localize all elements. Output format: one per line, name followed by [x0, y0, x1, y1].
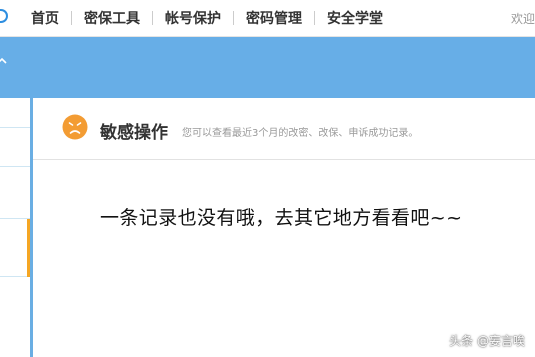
nav-divider	[152, 11, 153, 25]
nav-divider	[71, 11, 72, 25]
page: 首页 密保工具 帐号保护 密码管理 安全学堂 欢迎 敏感操作 您可以查看最近3个…	[0, 0, 535, 357]
chevron-up-icon[interactable]	[0, 55, 8, 67]
top-nav-bar: 首页 密保工具 帐号保护 密码管理 安全学堂 欢迎	[0, 0, 535, 37]
sidebar-item[interactable]	[0, 98, 30, 128]
nav-item-security-tools[interactable]: 密保工具	[84, 8, 140, 28]
sad-face-icon	[62, 114, 88, 140]
main-nav: 首页 密保工具 帐号保护 密码管理 安全学堂	[31, 0, 383, 36]
sidebar-item-active[interactable]	[0, 219, 30, 277]
nav-item-account-protection[interactable]: 帐号保护	[165, 8, 221, 28]
panel-header: 敏感操作 您可以查看最近3个月的改密、改保、申诉成功记录。	[33, 98, 535, 160]
welcome-text: 欢迎	[511, 12, 535, 26]
sidebar-item[interactable]	[0, 128, 30, 167]
nav-divider	[233, 11, 234, 25]
empty-state-message: 一条记录也没有哦，去其它地方看看吧~~	[100, 207, 463, 229]
main-panel: 敏感操作 您可以查看最近3个月的改密、改保、申诉成功记录。 一条记录也没有哦，去…	[33, 98, 535, 357]
logo-icon	[0, 9, 8, 23]
sidebar-item[interactable]	[0, 167, 30, 219]
header-banner	[0, 37, 535, 98]
page-title: 敏感操作	[100, 123, 168, 143]
nav-divider	[314, 11, 315, 25]
nav-item-security-school[interactable]: 安全学堂	[327, 8, 383, 28]
nav-item-home[interactable]: 首页	[31, 8, 59, 28]
page-description: 您可以查看最近3个月的改密、改保、申诉成功记录。	[182, 128, 419, 139]
nav-item-password-management[interactable]: 密码管理	[246, 8, 302, 28]
watermark: 头条 @妄言唉	[449, 334, 525, 348]
sidebar	[0, 98, 30, 357]
